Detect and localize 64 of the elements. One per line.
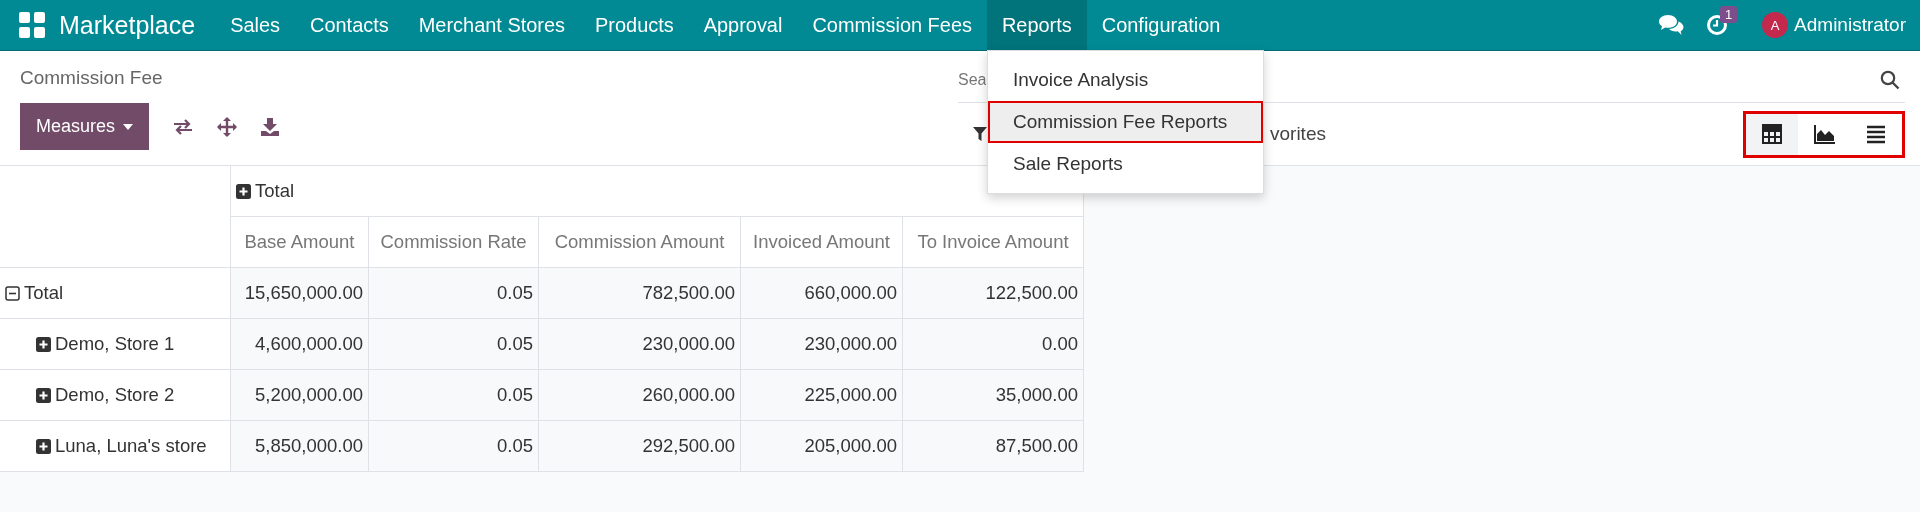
table-cell: 0.00: [902, 318, 1084, 370]
user-avatar[interactable]: A: [1762, 12, 1789, 38]
move-arrows-icon[interactable]: [217, 116, 238, 137]
menu-item[interactable]: Commission Fees: [797, 0, 987, 50]
table-cell: 0.05: [368, 267, 539, 319]
table-cell: 292,500.00: [538, 420, 741, 472]
measure-header[interactable]: Base Amount: [230, 216, 369, 268]
plus-icon: [36, 388, 51, 403]
table-cell: 0.05: [368, 369, 539, 421]
table-cell: 660,000.00: [740, 267, 903, 319]
table-cell: 5,850,000.00: [230, 420, 369, 472]
menu-item[interactable]: Configuration: [1086, 0, 1236, 50]
table-cell: 122,500.00: [902, 267, 1084, 319]
minus-icon: [5, 286, 20, 301]
search-icon: [1880, 70, 1900, 90]
measure-header[interactable]: Invoiced Amount: [740, 216, 903, 268]
menu-item[interactable]: Approval: [688, 0, 798, 50]
table-cell: 205,000.00: [740, 420, 903, 472]
table-cell: 35,000.00: [902, 369, 1084, 421]
menu-item[interactable]: Merchant Stores: [403, 0, 580, 50]
row-header[interactable]: Luna, Luna's store: [0, 420, 231, 472]
swap-arrows-icon[interactable]: [173, 118, 194, 135]
table-cell: 87,500.00: [902, 420, 1084, 472]
plus-icon: [36, 439, 51, 454]
plus-icon: [36, 337, 51, 352]
area-chart-icon: [1813, 124, 1835, 144]
table-cell: 15,650,000.00: [230, 267, 369, 319]
table-cell: 260,000.00: [538, 369, 741, 421]
measure-header[interactable]: Commission Rate: [368, 216, 539, 268]
table-cell: 225,000.00: [740, 369, 903, 421]
search-field[interactable]: Sea: [958, 71, 986, 89]
view-button[interactable]: [1746, 113, 1798, 155]
pivot-table-icon: [1761, 124, 1783, 144]
table-cell: 230,000.00: [538, 318, 741, 370]
menu-item[interactable]: Sales: [215, 0, 296, 50]
measures-button[interactable]: Measures: [20, 103, 150, 150]
chat-icon[interactable]: [1658, 14, 1685, 36]
table-cell: 0.05: [368, 318, 539, 370]
measure-header[interactable]: To Invoice Amount: [902, 216, 1084, 268]
breadcrumb[interactable]: Commission Fee: [20, 67, 958, 89]
measure-header[interactable]: Commission Amount: [538, 216, 741, 268]
favorites-label[interactable]: vorites: [1270, 123, 1326, 145]
dropdown-item[interactable]: Invoice Analysis: [987, 59, 1263, 101]
table-cell: 0.05: [368, 420, 539, 472]
table-cell: 230,000.00: [740, 318, 903, 370]
dropdown-item[interactable]: Commission Fee Reports: [987, 101, 1263, 143]
notification-count: 1: [1720, 6, 1738, 23]
apps-menu-icon[interactable]: [19, 12, 45, 38]
app-name[interactable]: Marketplace: [59, 10, 196, 40]
table-cell: 4,600,000.00: [230, 318, 369, 370]
plus-icon: [236, 184, 251, 199]
menu-item[interactable]: Reports: [986, 0, 1087, 50]
caret-icon: [123, 123, 134, 130]
row-header[interactable]: Demo, Store 1: [0, 318, 231, 370]
user-name[interactable]: Administrator: [1794, 14, 1906, 36]
table-cell: 5,200,000.00: [230, 369, 369, 421]
table-cell: 782,500.00: [538, 267, 741, 319]
download-icon[interactable]: [261, 117, 280, 136]
filter-icon[interactable]: [973, 127, 987, 141]
row-header[interactable]: Demo, Store 2: [0, 369, 231, 421]
list-icon: [1865, 124, 1887, 144]
menu-item[interactable]: Contacts: [295, 0, 404, 50]
row-header[interactable]: Total: [0, 267, 231, 319]
menu-item[interactable]: Products: [580, 0, 689, 50]
